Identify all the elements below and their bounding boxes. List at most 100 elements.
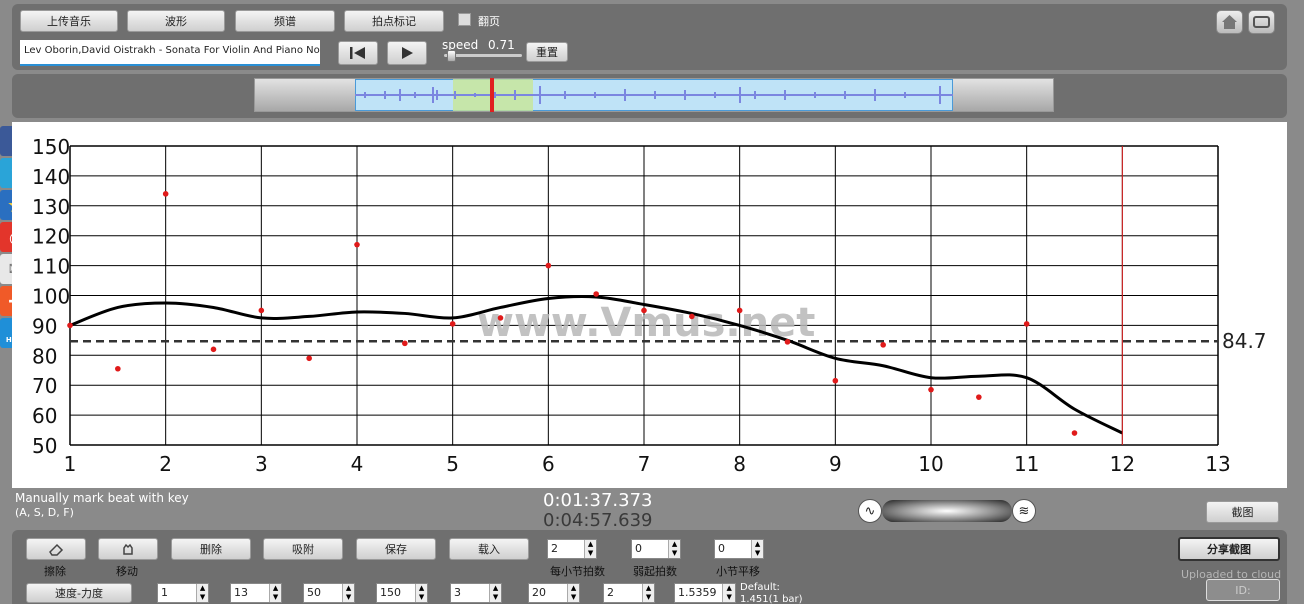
bar-duration-stepper[interactable]: 1.5359 ▲ ▼ bbox=[674, 583, 736, 603]
stepper-up-icon[interactable]: ▲ bbox=[643, 584, 654, 593]
pickup-value: 0 bbox=[632, 540, 669, 558]
stepper-up-icon[interactable]: ▲ bbox=[723, 584, 735, 593]
page-turn-label: 翻页 bbox=[478, 15, 500, 28]
stepper-down-icon[interactable]: ▼ bbox=[490, 593, 501, 602]
param-6-stepper[interactable]: 20 ▲ ▼ bbox=[528, 583, 580, 603]
beat-point[interactable] bbox=[258, 307, 265, 314]
current-time: 0:01:37.373 bbox=[543, 490, 653, 511]
y-tick-label: 150 bbox=[32, 135, 70, 159]
id-field[interactable]: ID: bbox=[1206, 579, 1280, 601]
play-button[interactable] bbox=[387, 41, 427, 65]
stepper-down-icon[interactable]: ▼ bbox=[416, 593, 427, 602]
stepper-up-icon[interactable]: ▲ bbox=[343, 584, 354, 593]
beat-point[interactable] bbox=[1023, 321, 1030, 327]
beats-per-bar-stepper[interactable]: 2 ▲ ▼ bbox=[547, 539, 597, 559]
move-label: 移动 bbox=[116, 565, 138, 578]
beat-point[interactable] bbox=[641, 307, 647, 314]
stepper-down-icon[interactable]: ▼ bbox=[343, 593, 354, 602]
share-screenshot-button[interactable]: 分享截图 bbox=[1178, 537, 1280, 561]
beat-point[interactable] bbox=[784, 339, 791, 345]
beat-point[interactable] bbox=[162, 191, 169, 197]
load-button[interactable]: 载入 bbox=[449, 538, 529, 560]
tap-mark-button[interactable]: 拍点标记 bbox=[344, 10, 444, 32]
bar-shift-stepper[interactable]: 0 ▲ ▼ bbox=[714, 539, 764, 559]
screenshot-button[interactable]: 截图 bbox=[1206, 501, 1279, 523]
start-bar-stepper[interactable]: 1 ▲ ▼ bbox=[157, 583, 209, 603]
y-tick-label: 120 bbox=[32, 225, 70, 249]
erase-button[interactable] bbox=[26, 538, 86, 560]
default-label: Default: bbox=[740, 582, 780, 593]
speed-slider-handle[interactable] bbox=[447, 50, 456, 62]
previous-button[interactable] bbox=[338, 41, 378, 65]
speed-value: 0.71 bbox=[488, 38, 515, 52]
volume-slider[interactable] bbox=[882, 500, 1012, 522]
param-5-stepper[interactable]: 3 ▲ ▼ bbox=[450, 583, 502, 603]
page-turn-checkbox[interactable] bbox=[458, 13, 471, 26]
stepper-up-icon[interactable]: ▲ bbox=[752, 540, 763, 549]
stepper-down-icon[interactable]: ▼ bbox=[643, 593, 654, 602]
max-tempo-stepper[interactable]: 150 ▲ ▼ bbox=[376, 583, 428, 603]
hand-icon bbox=[123, 543, 133, 555]
reset-button[interactable]: 重置 bbox=[526, 42, 568, 62]
beat-point[interactable] bbox=[976, 394, 982, 400]
param-6-value: 20 bbox=[529, 584, 568, 602]
stepper-down-icon[interactable]: ▼ bbox=[270, 593, 281, 602]
beat-point[interactable] bbox=[306, 355, 312, 362]
save-button[interactable]: 保存 bbox=[356, 538, 436, 560]
tempo-chart[interactable]: 5060708090100110120130140150 1 2 3 4 5 6 7 8 9 10… bbox=[12, 122, 1287, 488]
beat-point[interactable] bbox=[115, 365, 121, 372]
beat-point[interactable] bbox=[402, 340, 408, 347]
beat-point[interactable] bbox=[880, 342, 886, 348]
fullscreen-icon[interactable] bbox=[1248, 10, 1275, 34]
y-tick-label: 110 bbox=[32, 255, 70, 279]
stepper-down-icon[interactable]: ▼ bbox=[197, 593, 208, 602]
beat-point[interactable] bbox=[210, 346, 217, 353]
beat-point[interactable] bbox=[354, 241, 360, 248]
waveform-button[interactable]: 波形 bbox=[127, 10, 225, 32]
move-button[interactable] bbox=[98, 538, 158, 560]
stepper-up-icon[interactable]: ▲ bbox=[585, 540, 596, 549]
beat-point[interactable] bbox=[832, 377, 839, 384]
stepper-down-icon[interactable]: ▼ bbox=[723, 593, 735, 602]
beat-point[interactable] bbox=[67, 322, 73, 329]
waveform-graphic bbox=[355, 86, 953, 104]
waveform-right-icon[interactable]: ≋ bbox=[1012, 499, 1036, 523]
stepper-down-icon[interactable]: ▼ bbox=[568, 593, 579, 602]
min-tempo-stepper[interactable]: 50 ▲ ▼ bbox=[303, 583, 355, 603]
x-tick-label: 2 bbox=[159, 452, 172, 476]
end-bar-stepper[interactable]: 13 ▲ ▼ bbox=[230, 583, 282, 603]
home-icon[interactable] bbox=[1216, 10, 1243, 34]
pickup-stepper[interactable]: 0 ▲ ▼ bbox=[631, 539, 681, 559]
y-tick-label: 100 bbox=[32, 285, 70, 309]
beat-point[interactable] bbox=[928, 386, 934, 393]
spectrum-button[interactable]: 频谱 bbox=[235, 10, 335, 32]
x-tick-label: 10 bbox=[918, 452, 943, 476]
snap-button[interactable]: 吸附 bbox=[263, 538, 343, 560]
stepper-down-icon[interactable]: ▼ bbox=[752, 549, 763, 558]
total-time: 0:04:57.639 bbox=[543, 510, 653, 531]
beat-point[interactable] bbox=[449, 321, 456, 327]
stepper-up-icon[interactable]: ▲ bbox=[197, 584, 208, 593]
beat-point[interactable] bbox=[1071, 430, 1078, 436]
param-7-stepper[interactable]: 2 ▲ ▼ bbox=[603, 583, 655, 603]
playhead-marker[interactable] bbox=[490, 78, 494, 112]
beat-point[interactable] bbox=[545, 262, 552, 269]
stepper-up-icon[interactable]: ▲ bbox=[416, 584, 427, 593]
beat-point[interactable] bbox=[689, 313, 695, 320]
bar-duration-value: 1.5359 bbox=[675, 584, 723, 602]
x-tick-label: 3 bbox=[255, 452, 268, 476]
tempo-dynamics-button[interactable]: 速度-力度 bbox=[26, 583, 132, 603]
delete-button[interactable]: 删除 bbox=[171, 538, 251, 560]
waveform-left-icon[interactable]: ∿ bbox=[858, 499, 882, 523]
beat-point[interactable] bbox=[736, 307, 743, 314]
stepper-down-icon[interactable]: ▼ bbox=[585, 549, 596, 558]
beat-point[interactable] bbox=[497, 315, 504, 321]
track-title-field[interactable]: Lev Oborin,David Oistrakh - Sonata For V… bbox=[20, 40, 320, 66]
beat-point[interactable] bbox=[593, 291, 599, 297]
stepper-up-icon[interactable]: ▲ bbox=[490, 584, 501, 593]
upload-music-button[interactable]: 上传音乐 bbox=[20, 10, 118, 32]
stepper-up-icon[interactable]: ▲ bbox=[669, 540, 680, 549]
stepper-down-icon[interactable]: ▼ bbox=[669, 549, 680, 558]
stepper-up-icon[interactable]: ▲ bbox=[568, 584, 579, 593]
stepper-up-icon[interactable]: ▲ bbox=[270, 584, 281, 593]
